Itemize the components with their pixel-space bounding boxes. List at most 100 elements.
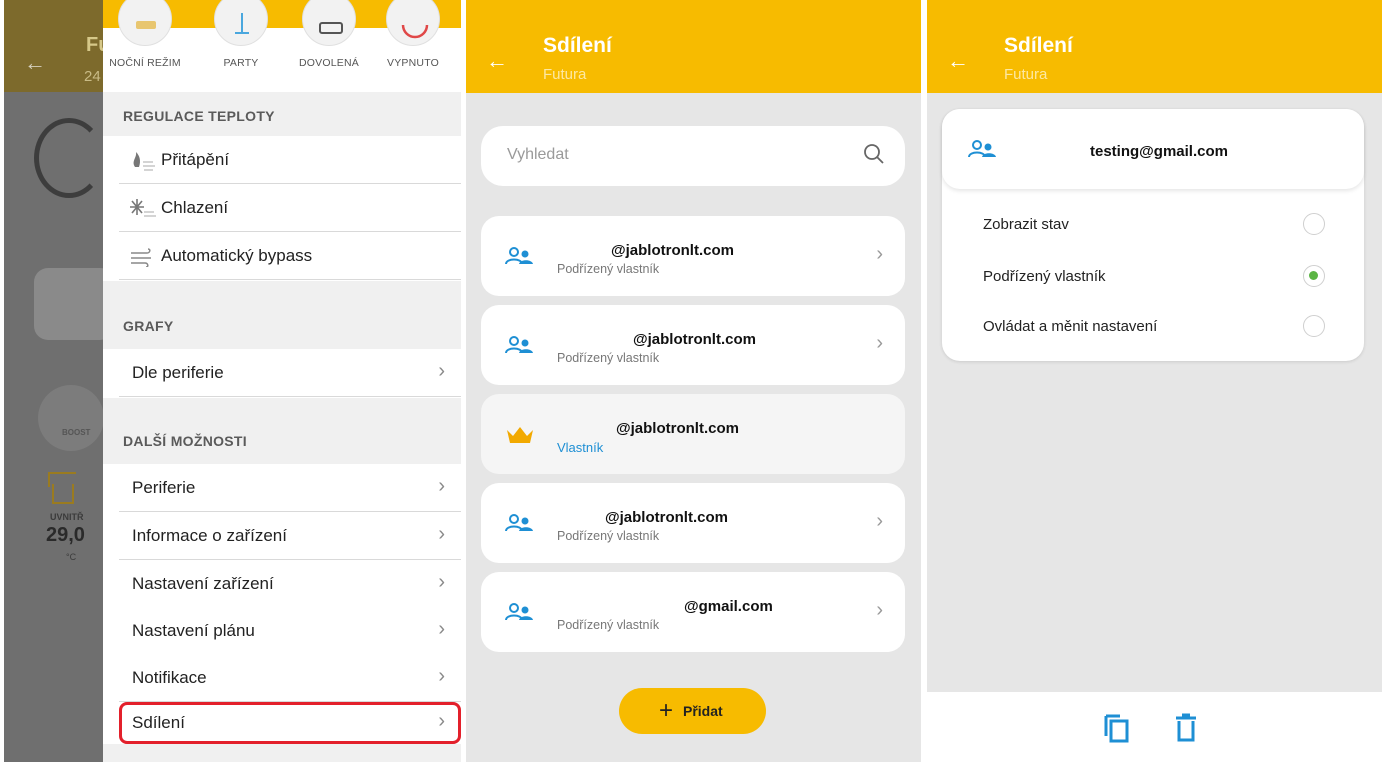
mode-vacation[interactable]: DOVOLENÁ	[289, 0, 369, 92]
menu-item-bypass[interactable]: Automatický bypass	[119, 232, 461, 280]
chevron-right-icon: ›	[876, 510, 883, 532]
mode-night-label: NOČNÍ REŽIM	[109, 57, 181, 69]
mode-off[interactable]: VYPNUTO	[373, 0, 453, 92]
user-card[interactable]: @jablotronlt.com Podřízený vlastník ›	[481, 483, 905, 563]
bypass-icon	[129, 245, 157, 268]
section-more-title: DALŠÍ MOŽNOSTI	[123, 433, 247, 449]
chevron-right-icon: ›	[438, 618, 445, 640]
permission-card-header: testing@gmail.com	[942, 109, 1364, 189]
power-off-icon	[386, 0, 440, 46]
permission-card: testing@gmail.com Zobrazit stav Podřízen…	[942, 109, 1364, 361]
back-arrow-icon[interactable]: ←	[486, 48, 508, 74]
boost-label: BOOST	[62, 428, 91, 437]
user-card[interactable]: @jablotronlt.com Podřízený vlastník ›	[481, 305, 905, 385]
menu-item-by-peripheral[interactable]: Dle periferie ›	[119, 349, 461, 397]
section-temperature-title: REGULACE TEPLOTY	[123, 108, 275, 124]
user-role: Podřízený vlastník	[557, 529, 660, 543]
menu-item-heating-label: Přitápění	[161, 150, 230, 169]
user-role: Vlastník	[557, 440, 604, 455]
permission-option-view-status[interactable]: Zobrazit stav	[942, 200, 1364, 248]
sharing-detail-screen: ← Sdílení Futura testing@gmail.com Zobra…	[927, 0, 1382, 762]
section-temperature: REGULACE TEPLOTY	[103, 92, 461, 136]
search-placeholder: Vyhledat	[507, 146, 569, 163]
moon-mode-icon	[118, 0, 172, 46]
user-group-icon	[505, 513, 535, 535]
dimmed-unit-tile	[34, 268, 114, 340]
chevron-right-icon: ›	[876, 332, 883, 354]
menu-item-schedule-settings[interactable]: Nastavení plánu ›	[119, 607, 461, 655]
user-role: Podřízený vlastník	[557, 618, 660, 632]
menu-item-peripherals-label: Periferie	[132, 478, 196, 497]
menu-item-cooling[interactable]: Chlazení	[119, 184, 461, 232]
radio-button[interactable]	[1303, 265, 1325, 287]
back-arrow-icon[interactable]: ←	[947, 48, 969, 74]
radio-button[interactable]	[1303, 315, 1325, 337]
party-icon	[214, 0, 268, 46]
user-role: Podřízený vlastník	[557, 262, 660, 276]
chevron-right-icon: ›	[438, 360, 445, 382]
dimmed-device-subtitle: 24	[84, 68, 101, 85]
user-card[interactable]: @jablotronlt.com Podřízený vlastník ›	[481, 216, 905, 296]
inside-temperature: 29,0	[46, 524, 85, 546]
mode-shortcuts: NOČNÍ REŽIM PARTY DOVOLENÁ VYPNUTO	[103, 0, 461, 92]
search-icon[interactable]	[863, 143, 885, 165]
mode-party-label: PARTY	[223, 57, 259, 69]
user-email: @jablotronlt.com	[633, 331, 756, 348]
user-group-icon	[968, 139, 998, 161]
user-group-icon	[505, 335, 535, 357]
section-more: DALŠÍ MOŽNOSTI	[103, 398, 461, 464]
chevron-right-icon: ›	[876, 599, 883, 621]
crown-icon	[505, 424, 535, 446]
owner-card[interactable]: @jablotronlt.com Vlastník	[481, 394, 905, 474]
permission-option-control-settings[interactable]: Ovládat a měnit nastavení	[942, 302, 1364, 350]
search-input[interactable]: Vyhledat	[481, 126, 905, 186]
house-icon	[48, 472, 76, 504]
menu-item-cooling-label: Chlazení	[161, 198, 229, 217]
permission-option-sub-owner[interactable]: Podřízený vlastník	[942, 252, 1364, 300]
page-subtitle: Futura	[543, 66, 587, 83]
user-email: @jablotronlt.com	[611, 242, 734, 259]
menu-item-by-peripheral-label: Dle periferie	[132, 363, 224, 382]
user-email: @gmail.com	[684, 598, 773, 615]
menu-item-device-settings[interactable]: Nastavení zařízení ›	[119, 560, 461, 608]
page-subtitle: Futura	[1004, 66, 1048, 83]
menu-item-heating[interactable]: Přitápění	[119, 136, 461, 184]
radio-button[interactable]	[1303, 213, 1325, 235]
menu-item-sharing-label: Sdílení	[132, 713, 185, 732]
heating-icon	[129, 149, 157, 171]
chevron-right-icon: ›	[438, 665, 445, 687]
add-user-button[interactable]: + Přidat	[619, 688, 766, 734]
menu-item-sharing[interactable]: Sdílení ›	[119, 702, 461, 744]
user-email: @jablotronlt.com	[616, 420, 739, 437]
drawer-bottom-spacer	[103, 744, 461, 762]
user-card[interactable]: @gmail.com Podřízený vlastník ›	[481, 572, 905, 652]
chevron-right-icon: ›	[438, 571, 445, 593]
navigation-drawer: NOČNÍ REŽIM PARTY DOVOLENÁ VYPNUTO REGUL…	[103, 0, 461, 762]
copy-icon[interactable]	[1102, 712, 1132, 744]
user-role: Podřízený vlastník	[557, 351, 660, 365]
chevron-right-icon: ›	[438, 523, 445, 545]
menu-item-notifications[interactable]: Notifikace ›	[119, 654, 461, 702]
chevron-right-icon: ›	[876, 243, 883, 265]
action-bar	[927, 692, 1382, 762]
cooling-icon	[129, 197, 157, 219]
permission-option-label: Ovládat a měnit nastavení	[983, 318, 1158, 335]
user-email: testing@gmail.com	[1090, 143, 1228, 160]
sharing-list-screen: ← Sdílení Futura Vyhledat @jablotronlt.c…	[466, 0, 921, 762]
inside-label: UVNITŘ	[50, 512, 84, 522]
chevron-right-icon: ›	[438, 475, 445, 497]
user-group-icon	[505, 246, 535, 268]
mode-vacation-label: DOVOLENÁ	[299, 57, 359, 69]
menu-item-device-info[interactable]: Informace o zařízení ›	[119, 512, 461, 560]
eco-plug-icon	[34, 118, 104, 198]
suitcase-icon	[302, 0, 356, 46]
mode-night[interactable]: NOČNÍ REŽIM	[105, 0, 185, 92]
menu-item-peripherals[interactable]: Periferie ›	[119, 464, 461, 512]
menu-item-schedule-settings-label: Nastavení plánu	[132, 621, 255, 640]
menu-item-bypass-label: Automatický bypass	[161, 246, 313, 265]
section-graphs: GRAFY	[103, 281, 461, 349]
menu-item-device-settings-label: Nastavení zařízení	[132, 574, 274, 593]
mode-party[interactable]: PARTY	[201, 0, 281, 92]
delete-icon[interactable]	[1172, 712, 1202, 744]
menu-item-notifications-label: Notifikace	[132, 668, 207, 687]
